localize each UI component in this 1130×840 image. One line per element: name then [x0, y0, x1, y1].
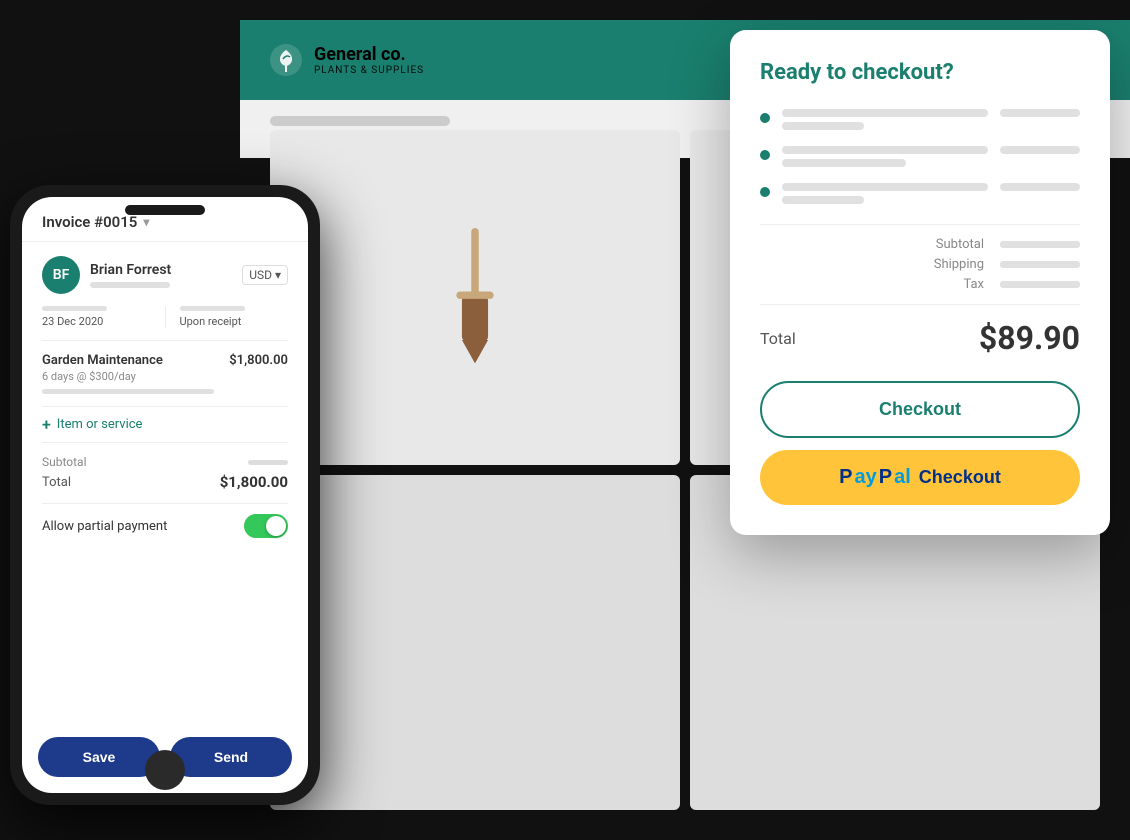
grid-item-shovel	[270, 130, 680, 465]
line-item: Garden Maintenance $1,800.00 6 days @ $3…	[42, 340, 288, 394]
tax-sub-row: Tax	[760, 277, 1080, 292]
invoice-header: Invoice #0015 ▾	[22, 197, 308, 242]
paypal-ay-icon: ay	[855, 466, 877, 489]
checkout-item-3-lines	[782, 183, 988, 204]
line-item-desc: 6 days @ $300/day	[42, 370, 288, 383]
checkout-dot-2	[760, 150, 770, 160]
date-bar	[42, 306, 107, 311]
phone-mockup: Invoice #0015 ▾ BF Brian Forrest USD ▾	[10, 185, 320, 805]
subtotal-label: Subtotal	[42, 455, 87, 469]
checkout-total-label: Total	[760, 329, 796, 348]
checkout-item-1-line1	[782, 109, 988, 117]
save-button[interactable]: Save	[38, 737, 160, 777]
subtotal-bar	[248, 460, 288, 465]
checkout-item-2-lines	[782, 146, 988, 167]
due-field: Upon receipt	[180, 306, 289, 328]
shovel-icon	[435, 228, 515, 368]
grid-item-3	[270, 475, 680, 810]
checkout-tax-label: Tax	[963, 277, 984, 292]
app-logo-subtitle: PLANTS & SUPPLIES	[314, 65, 424, 76]
app-logo-icon	[270, 44, 302, 76]
checkout-item-2-line1	[782, 146, 988, 154]
avatar: BF	[42, 256, 80, 294]
line-item-name: Garden Maintenance	[42, 353, 163, 368]
partial-payment-row: Allow partial payment	[42, 503, 288, 548]
paypal-al-icon: al	[894, 466, 911, 489]
total-label: Total	[42, 475, 71, 490]
checkout-item-3	[760, 183, 1080, 204]
phone-inner: Invoice #0015 ▾ BF Brian Forrest USD ▾	[22, 197, 308, 793]
currency-label: USD	[249, 268, 272, 282]
checkout-item-3-right-line1	[1000, 183, 1080, 191]
partial-payment-label: Allow partial payment	[42, 519, 167, 534]
checkout-item-1	[760, 109, 1080, 130]
checkout-modal: Ready to checkout?	[730, 30, 1110, 535]
checkout-item-1-lines	[782, 109, 988, 130]
paypal-checkout-label: Checkout	[919, 467, 1001, 488]
subtotal-sub-row: Subtotal	[760, 237, 1080, 252]
add-item-row[interactable]: + Item or service	[42, 406, 288, 443]
phone-notch	[125, 205, 205, 215]
shipping-sub-row: Shipping	[760, 257, 1080, 272]
paypal-p2-icon: P	[879, 466, 892, 489]
checkout-button[interactable]: Checkout	[760, 381, 1080, 438]
partial-payment-toggle[interactable]	[244, 514, 288, 538]
checkout-item-2-right-line1	[1000, 146, 1080, 154]
total-amount: $1,800.00	[220, 473, 288, 491]
checkout-subtotals: Subtotal Shipping Tax	[760, 224, 1080, 292]
checkout-item-2	[760, 146, 1080, 167]
invoice-body: BF Brian Forrest USD ▾ 23 Dec 2020	[22, 242, 308, 737]
invoice-due: Upon receipt	[180, 315, 289, 328]
checkout-item-1-line2	[782, 122, 864, 130]
checkout-item-1-right-line1	[1000, 109, 1080, 117]
checkout-item-3-line1	[782, 183, 988, 191]
line-item-bar	[42, 389, 214, 394]
line-item-price: $1,800.00	[229, 353, 288, 368]
app-logo-text: General co. PLANTS & SUPPLIES	[314, 44, 424, 76]
checkout-dot-1	[760, 113, 770, 123]
toggle-knob	[266, 516, 286, 536]
invoice-number: Invoice #0015	[42, 213, 137, 231]
checkout-item-2-line2	[782, 159, 906, 167]
checkout-title: Ready to checkout?	[760, 60, 1080, 85]
chevron-down-icon: ▾	[143, 215, 149, 229]
checkout-items	[760, 109, 1080, 204]
paypal-logo: PayPal	[839, 466, 911, 489]
checkout-shipping-bar	[1000, 261, 1080, 268]
paypal-p-icon: P	[839, 466, 852, 489]
total-row: Total $1,800.00	[42, 473, 288, 491]
customer-bar	[90, 282, 170, 288]
checkout-item-3-right	[1000, 183, 1080, 191]
checkout-dot-3	[760, 187, 770, 197]
date-field: 23 Dec 2020	[42, 306, 151, 328]
add-item-plus-icon: +	[42, 415, 51, 434]
subtotal-row: Subtotal	[42, 455, 288, 469]
dates-row: 23 Dec 2020 Upon receipt	[42, 306, 288, 328]
invoice-date: 23 Dec 2020	[42, 315, 151, 328]
date-divider	[165, 306, 166, 328]
checkout-item-1-right	[1000, 109, 1080, 117]
checkout-tax-bar	[1000, 281, 1080, 288]
checkout-item-2-right	[1000, 146, 1080, 154]
currency-chevron-icon: ▾	[275, 268, 281, 282]
subtotal-section: Subtotal Total $1,800.00	[42, 455, 288, 491]
due-bar	[180, 306, 245, 311]
checkout-item-3-line2	[782, 196, 864, 204]
send-button[interactable]: Send	[170, 737, 292, 777]
app-logo-title: General co.	[314, 44, 424, 65]
line-item-row: Garden Maintenance $1,800.00	[42, 353, 288, 368]
customer-info: Brian Forrest	[90, 262, 232, 288]
checkout-subtotal-bar	[1000, 241, 1080, 248]
phone-home-button[interactable]	[145, 750, 185, 790]
checkout-total-amount: $89.90	[979, 319, 1080, 357]
checkout-total-row: Total $89.90	[760, 304, 1080, 357]
customer-name: Brian Forrest	[90, 262, 232, 278]
paypal-checkout-button[interactable]: PayPal Checkout	[760, 450, 1080, 505]
currency-badge[interactable]: USD ▾	[242, 265, 288, 285]
checkout-subtotal-label: Subtotal	[936, 237, 984, 252]
add-item-label: Item or service	[57, 417, 143, 432]
checkout-shipping-label: Shipping	[934, 257, 984, 272]
invoice-title: Invoice #0015 ▾	[42, 213, 149, 231]
customer-row: BF Brian Forrest USD ▾	[42, 256, 288, 294]
